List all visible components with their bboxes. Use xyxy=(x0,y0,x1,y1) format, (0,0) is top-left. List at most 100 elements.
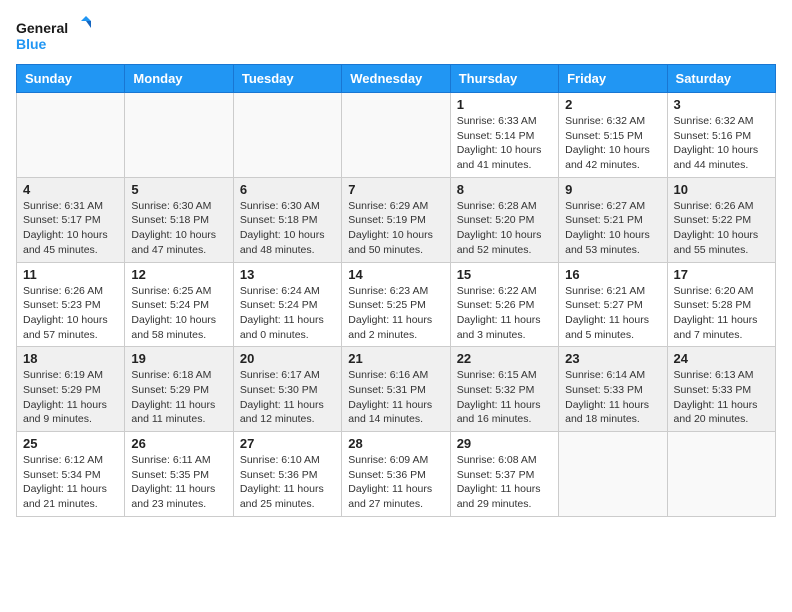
day-info: Sunrise: 6:08 AMSunset: 5:37 PMDaylight:… xyxy=(457,453,552,512)
calendar-cell xyxy=(125,93,233,178)
calendar-week-row: 4 Sunrise: 6:31 AMSunset: 5:17 PMDaylight… xyxy=(17,177,776,262)
svg-text:General: General xyxy=(16,20,68,36)
day-number: 11 xyxy=(23,267,118,282)
calendar-cell: 2 Sunrise: 6:32 AMSunset: 5:15 PMDaylight… xyxy=(559,93,667,178)
day-number: 24 xyxy=(674,351,769,366)
day-number: 20 xyxy=(240,351,335,366)
day-number: 7 xyxy=(348,182,443,197)
day-number: 26 xyxy=(131,436,226,451)
day-number: 2 xyxy=(565,97,660,112)
day-info: Sunrise: 6:29 AMSunset: 5:19 PMDaylight:… xyxy=(348,199,443,258)
header-wednesday: Wednesday xyxy=(342,65,450,93)
day-info: Sunrise: 6:16 AMSunset: 5:31 PMDaylight:… xyxy=(348,368,443,427)
day-number: 3 xyxy=(674,97,769,112)
calendar-cell: 9 Sunrise: 6:27 AMSunset: 5:21 PMDaylight… xyxy=(559,177,667,262)
day-number: 19 xyxy=(131,351,226,366)
day-info: Sunrise: 6:13 AMSunset: 5:33 PMDaylight:… xyxy=(674,368,769,427)
day-info: Sunrise: 6:32 AMSunset: 5:16 PMDaylight:… xyxy=(674,114,769,173)
calendar-week-row: 25Sunrise: 6:12 AMSunset: 5:34 PMDayligh… xyxy=(17,432,776,517)
day-info: Sunrise: 6:17 AMSunset: 5:30 PMDaylight:… xyxy=(240,368,335,427)
day-number: 16 xyxy=(565,267,660,282)
day-number: 14 xyxy=(348,267,443,282)
header-tuesday: Tuesday xyxy=(233,65,341,93)
calendar-cell: 21 Sunrise: 6:16 AMSunset: 5:31 PMDayligh… xyxy=(342,347,450,432)
day-info: Sunrise: 6:31 AMSunset: 5:17 PMDaylight:… xyxy=(23,199,118,258)
calendar-cell: 28Sunrise: 6:09 AMSunset: 5:36 PMDayligh… xyxy=(342,432,450,517)
header-saturday: Saturday xyxy=(667,65,775,93)
day-number: 9 xyxy=(565,182,660,197)
day-number: 23 xyxy=(565,351,660,366)
calendar-cell: 1Sunrise: 6:33 AMSunset: 5:14 PMDaylight… xyxy=(450,93,558,178)
calendar-cell: 8 Sunrise: 6:28 AMSunset: 5:20 PMDaylight… xyxy=(450,177,558,262)
logo-icon: General Blue xyxy=(16,16,96,56)
calendar-cell xyxy=(17,93,125,178)
day-number: 28 xyxy=(348,436,443,451)
calendar-cell: 22 Sunrise: 6:15 AMSunset: 5:32 PMDayligh… xyxy=(450,347,558,432)
day-number: 22 xyxy=(457,351,552,366)
calendar-cell: 29 Sunrise: 6:08 AMSunset: 5:37 PMDayligh… xyxy=(450,432,558,517)
day-number: 13 xyxy=(240,267,335,282)
day-info: Sunrise: 6:18 AMSunset: 5:29 PMDaylight:… xyxy=(131,368,226,427)
day-info: Sunrise: 6:22 AMSunset: 5:26 PMDaylight:… xyxy=(457,284,552,343)
calendar-cell: 18 Sunrise: 6:19 AMSunset: 5:29 PMDayligh… xyxy=(17,347,125,432)
calendar-cell: 15 Sunrise: 6:22 AMSunset: 5:26 PMDayligh… xyxy=(450,262,558,347)
day-info: Sunrise: 6:19 AMSunset: 5:29 PMDaylight:… xyxy=(23,368,118,427)
calendar-cell xyxy=(559,432,667,517)
day-info: Sunrise: 6:26 AMSunset: 5:23 PMDaylight:… xyxy=(23,284,118,343)
calendar-cell: 10Sunrise: 6:26 AMSunset: 5:22 PMDayligh… xyxy=(667,177,775,262)
calendar-cell xyxy=(233,93,341,178)
calendar-table: SundayMondayTuesdayWednesdayThursdayFrid… xyxy=(16,64,776,517)
day-info: Sunrise: 6:20 AMSunset: 5:28 PMDaylight:… xyxy=(674,284,769,343)
svg-text:Blue: Blue xyxy=(16,36,47,52)
logo: General Blue xyxy=(16,16,96,56)
day-number: 18 xyxy=(23,351,118,366)
calendar-cell: 19 Sunrise: 6:18 AMSunset: 5:29 PMDayligh… xyxy=(125,347,233,432)
day-number: 4 xyxy=(23,182,118,197)
calendar-week-row: 11 Sunrise: 6:26 AMSunset: 5:23 PMDayligh… xyxy=(17,262,776,347)
day-number: 6 xyxy=(240,182,335,197)
day-info: Sunrise: 6:25 AMSunset: 5:24 PMDaylight:… xyxy=(131,284,226,343)
calendar-header-row: SundayMondayTuesdayWednesdayThursdayFrid… xyxy=(17,65,776,93)
calendar-cell: 27 Sunrise: 6:10 AMSunset: 5:36 PMDayligh… xyxy=(233,432,341,517)
calendar-cell: 17 Sunrise: 6:20 AMSunset: 5:28 PMDayligh… xyxy=(667,262,775,347)
calendar-cell: 26 Sunrise: 6:11 AMSunset: 5:35 PMDayligh… xyxy=(125,432,233,517)
day-number: 17 xyxy=(674,267,769,282)
day-number: 29 xyxy=(457,436,552,451)
calendar-cell: 5 Sunrise: 6:30 AMSunset: 5:18 PMDaylight… xyxy=(125,177,233,262)
calendar-cell xyxy=(342,93,450,178)
day-number: 12 xyxy=(131,267,226,282)
calendar-cell: 23 Sunrise: 6:14 AMSunset: 5:33 PMDayligh… xyxy=(559,347,667,432)
calendar-cell: 7 Sunrise: 6:29 AMSunset: 5:19 PMDaylight… xyxy=(342,177,450,262)
day-number: 8 xyxy=(457,182,552,197)
header-friday: Friday xyxy=(559,65,667,93)
day-info: Sunrise: 6:27 AMSunset: 5:21 PMDaylight:… xyxy=(565,199,660,258)
calendar-cell: 25Sunrise: 6:12 AMSunset: 5:34 PMDayligh… xyxy=(17,432,125,517)
calendar-cell: 24 Sunrise: 6:13 AMSunset: 5:33 PMDayligh… xyxy=(667,347,775,432)
day-info: Sunrise: 6:28 AMSunset: 5:20 PMDaylight:… xyxy=(457,199,552,258)
day-number: 15 xyxy=(457,267,552,282)
day-info: Sunrise: 6:21 AMSunset: 5:27 PMDaylight:… xyxy=(565,284,660,343)
day-info: Sunrise: 6:23 AMSunset: 5:25 PMDaylight:… xyxy=(348,284,443,343)
calendar-cell: 11 Sunrise: 6:26 AMSunset: 5:23 PMDayligh… xyxy=(17,262,125,347)
day-info: Sunrise: 6:14 AMSunset: 5:33 PMDaylight:… xyxy=(565,368,660,427)
calendar-week-row: 1Sunrise: 6:33 AMSunset: 5:14 PMDaylight… xyxy=(17,93,776,178)
day-info: Sunrise: 6:30 AMSunset: 5:18 PMDaylight:… xyxy=(240,199,335,258)
header-monday: Monday xyxy=(125,65,233,93)
day-number: 21 xyxy=(348,351,443,366)
day-info: Sunrise: 6:15 AMSunset: 5:32 PMDaylight:… xyxy=(457,368,552,427)
day-info: Sunrise: 6:30 AMSunset: 5:18 PMDaylight:… xyxy=(131,199,226,258)
day-number: 10 xyxy=(674,182,769,197)
calendar-week-row: 18 Sunrise: 6:19 AMSunset: 5:29 PMDayligh… xyxy=(17,347,776,432)
calendar-cell: 4 Sunrise: 6:31 AMSunset: 5:17 PMDaylight… xyxy=(17,177,125,262)
day-info: Sunrise: 6:32 AMSunset: 5:15 PMDaylight:… xyxy=(565,114,660,173)
calendar-cell: 20 Sunrise: 6:17 AMSunset: 5:30 PMDayligh… xyxy=(233,347,341,432)
calendar-cell: 13 Sunrise: 6:24 AMSunset: 5:24 PMDayligh… xyxy=(233,262,341,347)
day-info: Sunrise: 6:11 AMSunset: 5:35 PMDaylight:… xyxy=(131,453,226,512)
day-number: 5 xyxy=(131,182,226,197)
day-number: 25 xyxy=(23,436,118,451)
day-number: 27 xyxy=(240,436,335,451)
page-header: General Blue xyxy=(16,16,776,56)
day-info: Sunrise: 6:24 AMSunset: 5:24 PMDaylight:… xyxy=(240,284,335,343)
calendar-cell: 6 Sunrise: 6:30 AMSunset: 5:18 PMDaylight… xyxy=(233,177,341,262)
day-info: Sunrise: 6:10 AMSunset: 5:36 PMDaylight:… xyxy=(240,453,335,512)
